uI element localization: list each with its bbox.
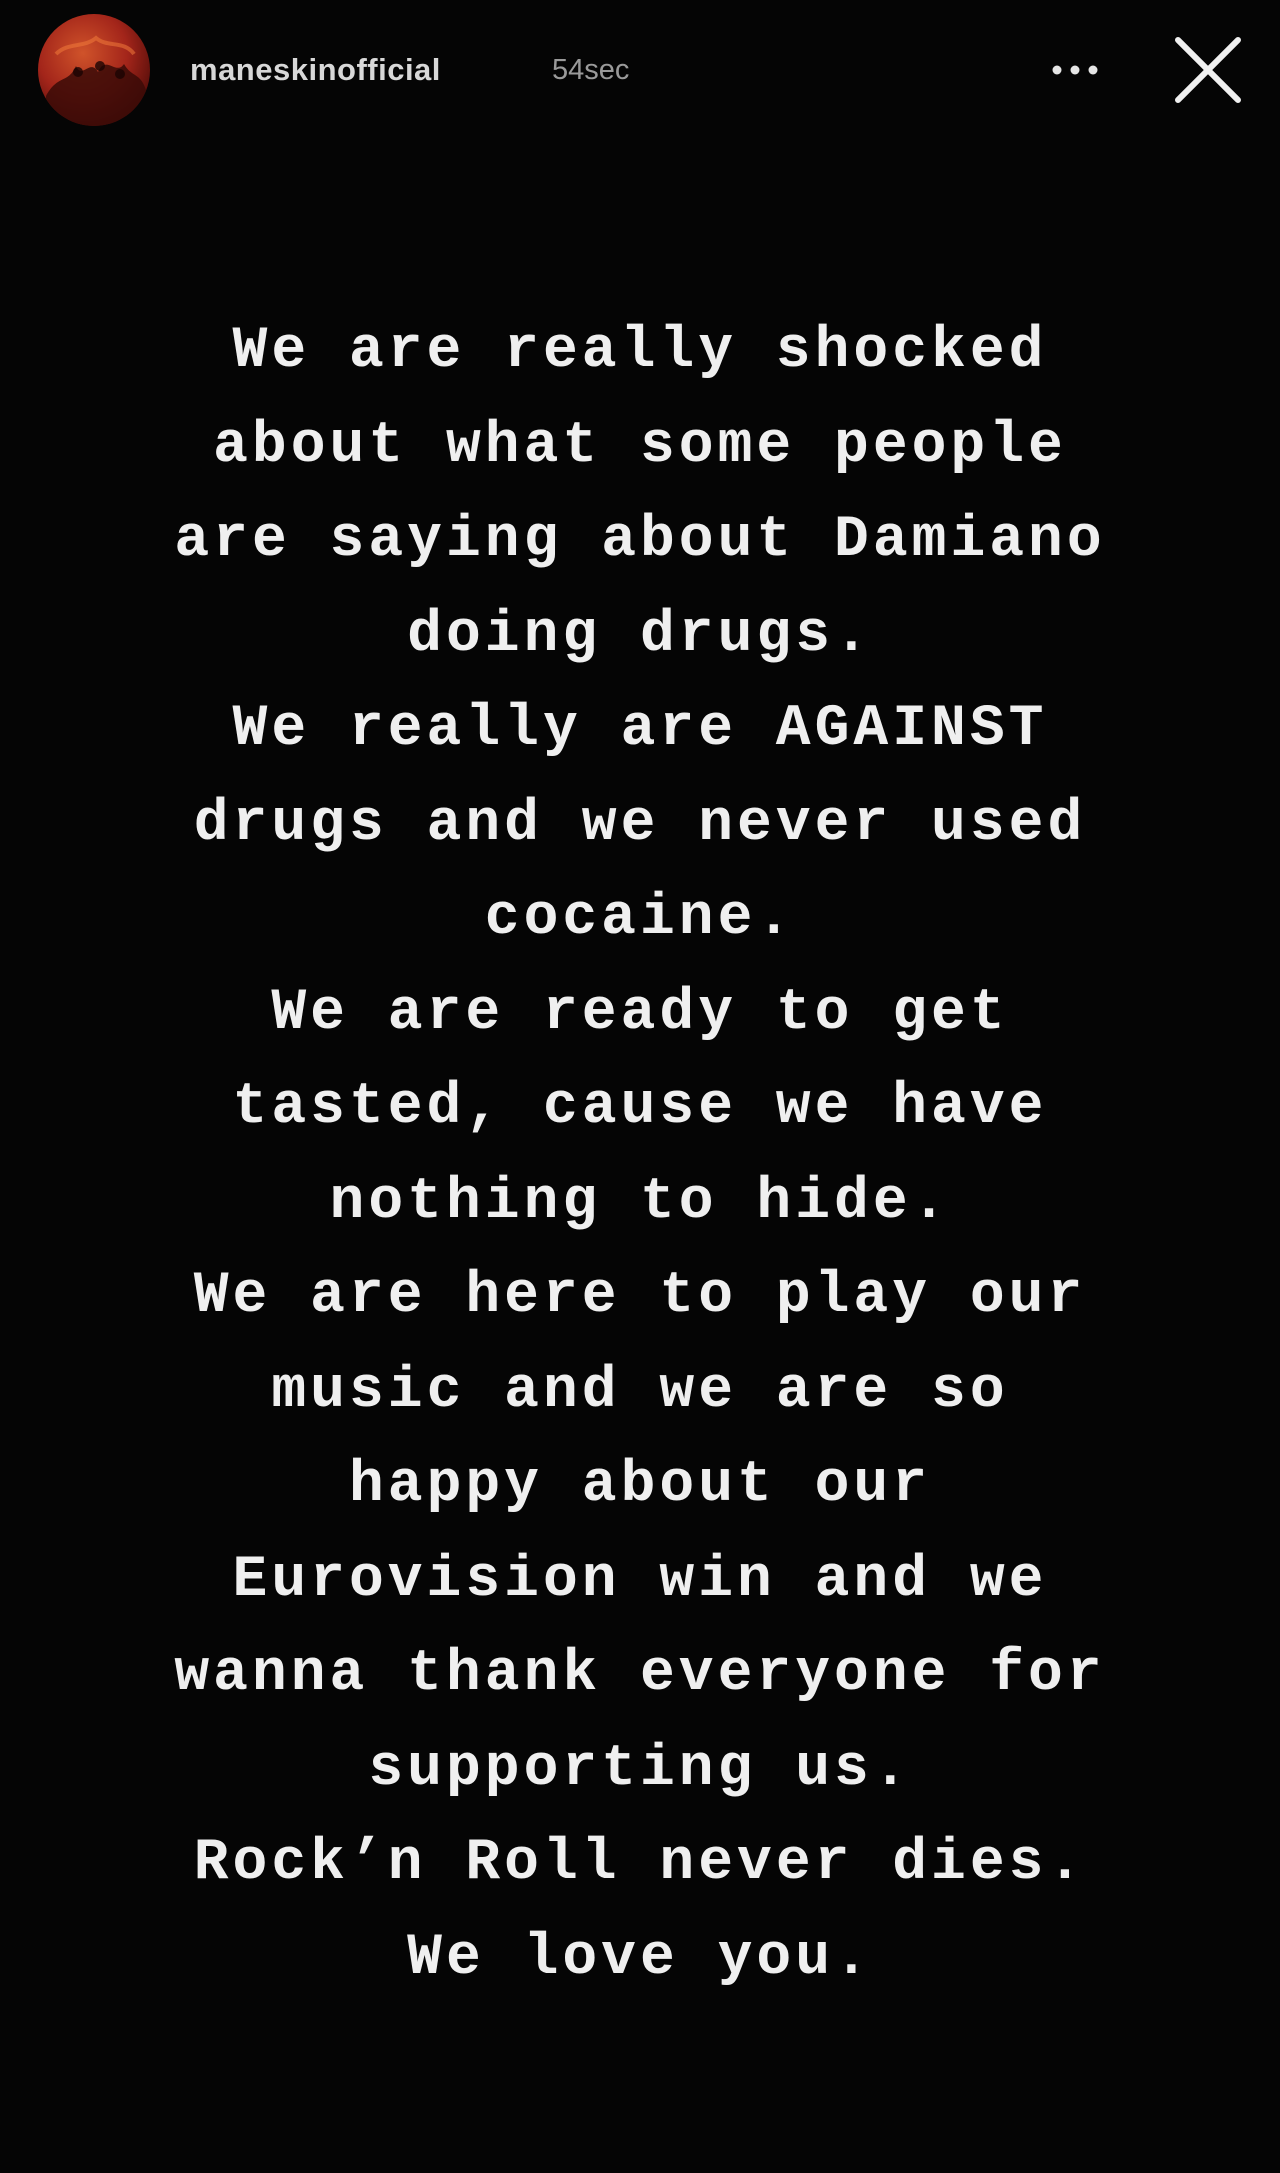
story-username[interactable]: maneskinofficial [190, 52, 441, 88]
message-line: We really are AGAINST [232, 697, 1048, 762]
more-dots-icon [1052, 65, 1098, 75]
message-line: happy about our [348, 1453, 932, 1518]
message-line: We are really shocked [232, 319, 1048, 384]
message-line: about what some people [213, 413, 1067, 479]
profile-picture-icon [46, 35, 146, 126]
message-line: wanna thank everyone for [174, 1642, 1106, 1707]
message-line: tasted, cause we have [232, 1075, 1048, 1140]
story-header: maneskinofficial 54sec [0, 0, 1280, 150]
message-line: We love you. [407, 1925, 873, 1991]
close-icon [1175, 37, 1241, 103]
story-timestamp: 54sec [552, 54, 630, 86]
story-message: We are really shocked about what some pe… [0, 305, 1280, 2006]
message-line: music and we are so [271, 1358, 1009, 1424]
message-line: nothing to hide. [329, 1169, 951, 1235]
message-line: Eurovision win and we [232, 1547, 1048, 1613]
message-line: are saying about Damiano [174, 508, 1106, 573]
message-line: drugs and we never used [193, 791, 1087, 857]
message-line: We are ready to get [271, 980, 1009, 1046]
avatar[interactable] [38, 14, 150, 126]
more-button[interactable] [1040, 38, 1110, 98]
close-button[interactable] [1168, 30, 1248, 110]
story-screen[interactable]: maneskinofficial 54sec We are really sho… [0, 0, 1280, 2173]
message-line: doing drugs. [407, 602, 873, 668]
message-line: supporting us. [368, 1736, 912, 1802]
message-line: cocaine. [484, 886, 796, 951]
message-line: Rock’n Roll never dies. [193, 1831, 1087, 1896]
message-line: We are here to play our [193, 1264, 1087, 1329]
